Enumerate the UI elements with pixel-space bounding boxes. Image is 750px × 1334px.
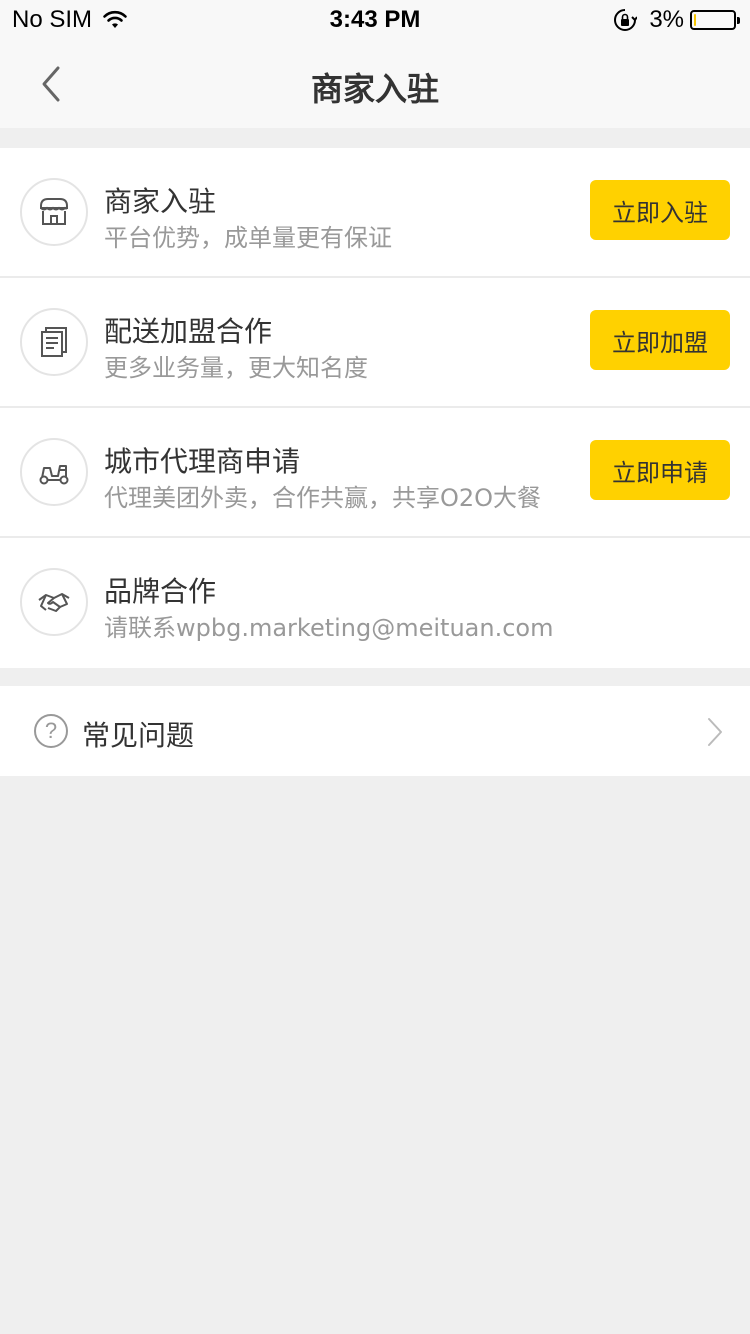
battery-icon [690,10,740,30]
item-title: 品牌合作 [104,575,217,608]
list-item-brand[interactable]: 品牌合作 请联系wpbg.marketing@meituan.com [0,538,750,668]
item-title: 配送加盟合作 [104,315,273,348]
list-item-city-agent[interactable]: 城市代理商申请 代理美团外卖，合作共赢，共享O2O大餐 立即申请 [0,408,750,538]
item-subtitle: 更多业务量，更大知名度 [104,354,368,382]
storefront-icon [20,178,88,246]
list-item-merchant[interactable]: 商家入驻 平台优势，成单量更有保证 立即入驻 [0,148,750,278]
document-icon [20,308,88,376]
item-subtitle: 平台优势，成单量更有保证 [104,224,392,252]
battery-fill [694,14,696,26]
status-right: 3% [613,6,740,34]
battery-percent: 3% [649,6,684,33]
status-bar: No SIM 3:43 PM 3% [0,0,750,40]
orientation-lock-icon [614,9,638,31]
list-item-delivery[interactable]: 配送加盟合作 更多业务量，更大知名度 立即加盟 [0,278,750,408]
faq-label: 常见问题 [82,719,195,752]
item-subtitle: 代理美团外卖，合作共赢，共享O2O大餐 [104,484,542,512]
handshake-icon [20,568,88,636]
nav-bar: 商家入驻 [0,40,750,128]
delivery-vehicle-icon [20,438,88,506]
question-circle-icon: ? [34,714,68,748]
partner-options-list: 商家入驻 平台优势，成单量更有保证 立即入驻 配送加盟合作 更多业务量，更大知名… [0,148,750,668]
brand-contact-email[interactable]: 请联系wpbg.marketing@meituan.com [104,608,553,643]
item-title: 商家入驻 [104,185,217,218]
apply-agent-button[interactable]: 立即申请 [590,440,730,500]
page-title: 商家入驻 [310,70,439,108]
join-merchant-button[interactable]: 立即入驻 [590,180,730,240]
faq-row[interactable]: ? 常见问题 [0,686,750,776]
join-delivery-button[interactable]: 立即加盟 [590,310,730,370]
chevron-right-icon [708,718,722,746]
item-title: 城市代理商申请 [104,445,301,478]
